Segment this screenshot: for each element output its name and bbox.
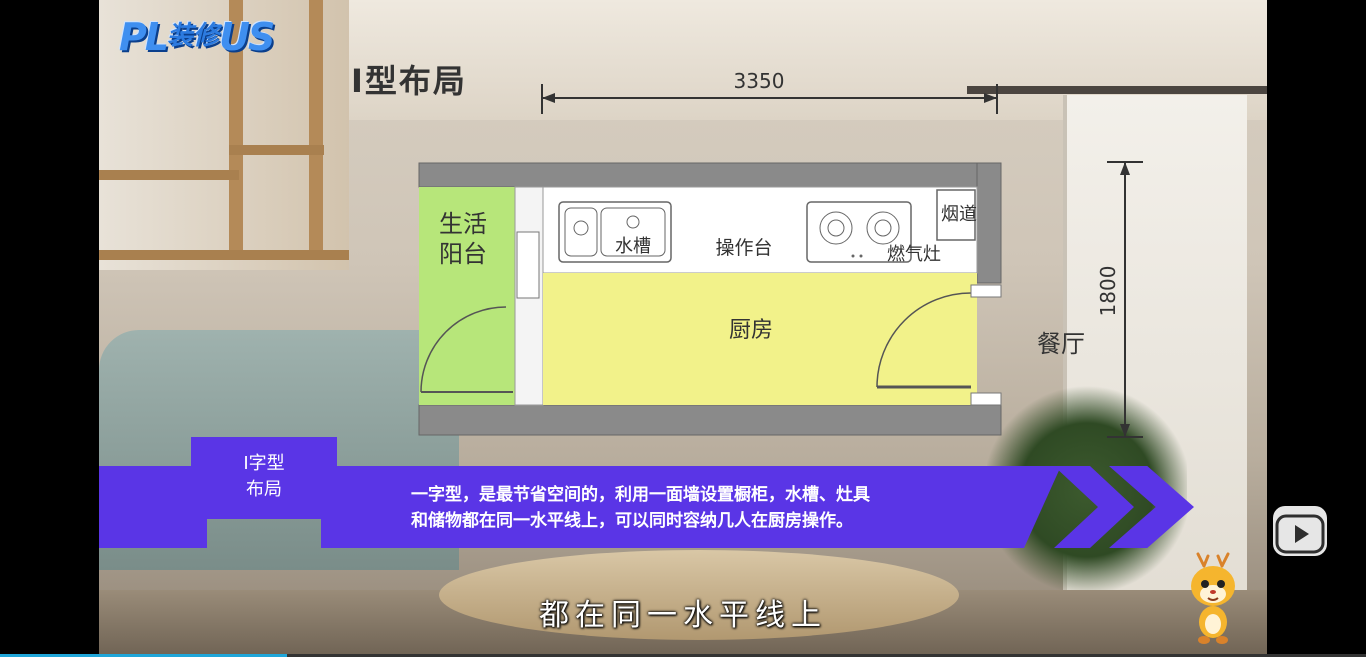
play-icon [1275, 508, 1325, 554]
dining-label: 餐厅 [1037, 330, 1085, 358]
counter-label: 操作台 [715, 237, 772, 259]
banner-tab: I字型 布局 [191, 437, 337, 519]
banner-description-line1: 一字型，是最节省空间的，利用一面墙设置橱柜，水槽、灶具 [411, 485, 870, 505]
window-frame [516, 231, 540, 299]
video-frame[interactable]: PL装修US I型布局 3350 1800 生活 阳台 水槽 操作台 燃气灶 烟… [99, 0, 1267, 657]
width-dimension-label: 3350 [734, 69, 785, 93]
balcony-label-line2: 阳台 [439, 240, 487, 268]
stove-label: 燃气灶 [887, 244, 941, 265]
sink-label: 水槽 [615, 236, 651, 257]
depth-dimension-label: 1800 [1096, 266, 1120, 317]
deer-mascot-icon [1191, 552, 1235, 644]
sink-fixture: 水槽 [558, 201, 672, 263]
depth-dimension: 1800 [1096, 161, 1143, 438]
bilibili-tv-icon[interactable] [1273, 506, 1327, 556]
width-dimension: 3350 [541, 69, 998, 114]
top-wall [418, 162, 1002, 188]
video-subtitle: 都在同一水平线上 [539, 598, 827, 633]
kitchen-label: 厨房 [729, 318, 773, 343]
banner-tab-line2: 布局 [246, 479, 282, 500]
banner-tab-line1: I字型 [243, 453, 285, 474]
flue-label: 烟道 [941, 204, 977, 225]
banner-description-line2: 和储物都在同一水平线上，可以同时容纳几人在厨房操作。 [411, 511, 853, 531]
bottom-wall [418, 404, 1002, 436]
balcony-label-line1: 生活 [439, 210, 487, 238]
kitchen-floor-plan: 3350 1800 生活 阳台 水槽 操作台 燃气灶 烟道 厨房 餐厅 [418, 69, 1143, 438]
right-wall [976, 162, 1002, 284]
banner-description: 一字型，是最节省空间的，利用一面墙设置橱柜，水槽、灶具 和储物都在同一水平线上，… [411, 482, 1051, 534]
